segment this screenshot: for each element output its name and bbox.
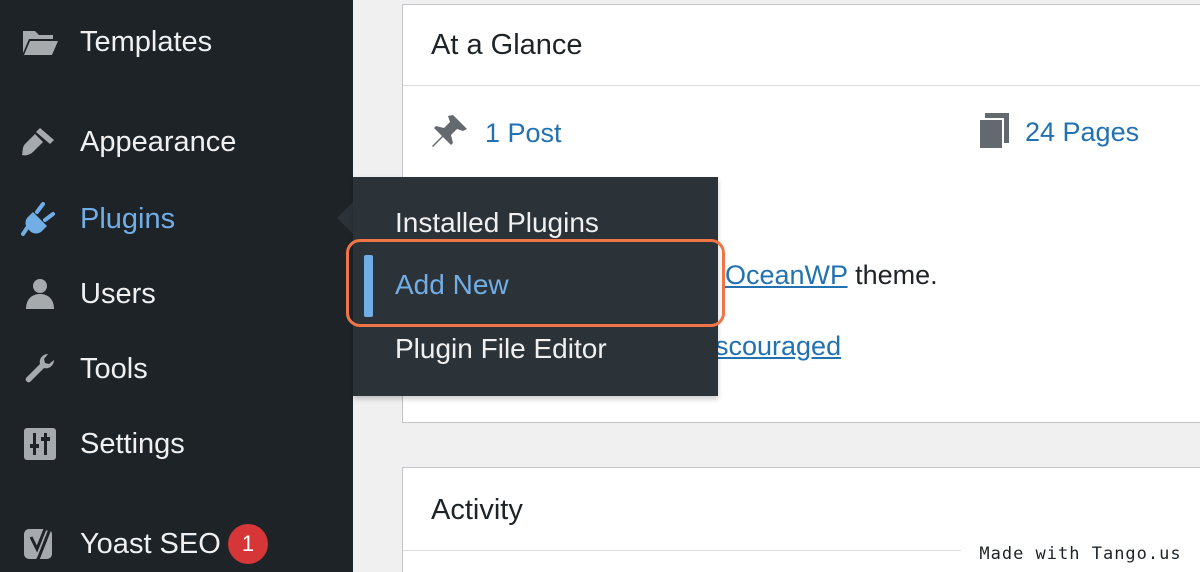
posts-count-link[interactable]: 1 Post: [431, 111, 562, 156]
sidebar-item-label: Templates: [80, 25, 213, 58]
sidebar-item-label: Settings: [80, 427, 185, 460]
sidebar-item-appearance[interactable]: Appearance: [0, 112, 353, 172]
submenu-item-installed-plugins[interactable]: Installed Plugins: [395, 207, 599, 239]
user-icon: [20, 274, 60, 314]
tango-watermark: Made with Tango.us: [961, 535, 1200, 572]
sidebar-item-yoast-seo[interactable]: Yoast SEO 1: [0, 514, 353, 572]
notification-badge: 1: [228, 524, 268, 564]
sidebar-item-label: Tools: [80, 352, 148, 385]
plug-icon: [20, 199, 60, 239]
submenu-item-plugin-file-editor[interactable]: Plugin File Editor: [395, 333, 607, 365]
paintbrush-icon: [20, 122, 60, 162]
flyout-pointer: [337, 202, 353, 234]
sidebar-item-plugins[interactable]: Plugins: [0, 189, 353, 249]
folder-icon: [20, 22, 60, 62]
theme-line: OceanWP theme.: [725, 260, 938, 291]
theme-suffix: theme.: [847, 260, 938, 290]
sidebar-item-label: Plugins: [80, 202, 176, 235]
plugins-submenu: Installed Plugins Add New Plugin File Ed…: [346, 177, 725, 396]
pushpin-icon: [431, 111, 471, 156]
sidebar-item-settings[interactable]: Settings: [0, 414, 353, 474]
wrench-icon: [20, 349, 60, 389]
pages-count: 24 Pages: [1025, 117, 1140, 147]
search-engine-discouraged-link[interactable]: scouraged: [715, 331, 841, 362]
card-title: At a Glance: [431, 29, 583, 61]
sidebar-item-users[interactable]: Users: [0, 264, 353, 324]
admin-sidebar: Templates Appearance Plugins Users Tools…: [0, 0, 353, 572]
step-highlight: [346, 239, 725, 327]
pages-count-link[interactable]: 24 Pages: [977, 111, 1139, 154]
posts-count: 1 Post: [485, 118, 562, 148]
card-divider: [403, 85, 1200, 86]
pages-icon: [977, 111, 1011, 154]
sidebar-item-label: Users: [80, 277, 156, 310]
sidebar-item-label: Yoast SEO: [80, 527, 221, 560]
card-title: Activity: [431, 494, 523, 526]
yoast-icon: [20, 524, 60, 564]
sidebar-item-templates[interactable]: Templates: [0, 12, 353, 72]
sliders-icon: [20, 424, 60, 464]
sidebar-item-tools[interactable]: Tools: [0, 339, 353, 399]
sidebar-item-label: Appearance: [80, 125, 237, 158]
theme-link[interactable]: OceanWP: [725, 260, 848, 290]
